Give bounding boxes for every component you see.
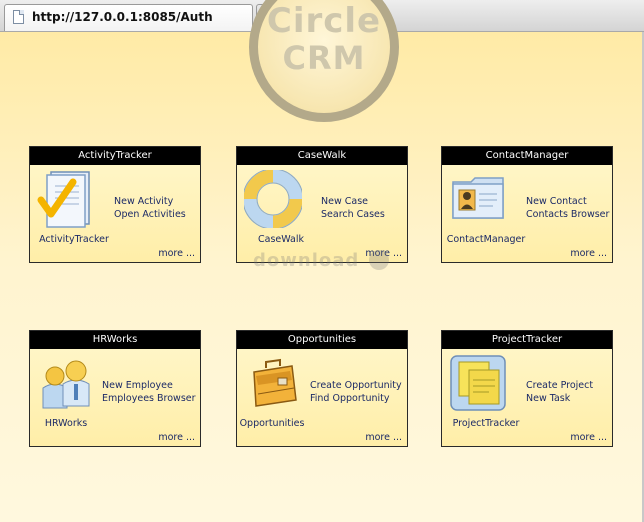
more-link[interactable]: more ... <box>570 432 607 443</box>
module-contactmanager: ContactManager New Contact Contacts Brow… <box>441 146 613 263</box>
module-title: HRWorks <box>30 331 200 349</box>
watermark-icon <box>369 250 389 270</box>
link-new-employee[interactable]: New Employee <box>102 379 196 392</box>
module-hrworks: HRWorks New Employee Employees Browser H… <box>29 330 201 447</box>
tab-title: http://127.0.0.1:8085/Auth <box>32 10 213 24</box>
module-title: ContactManager <box>442 147 612 165</box>
module-name[interactable]: ActivityTracker <box>30 234 118 245</box>
browser-tab[interactable]: http://127.0.0.1:8085/Auth <box>4 4 253 31</box>
link-new-case[interactable]: New Case <box>321 195 385 208</box>
link-new-activity[interactable]: New Activity <box>114 195 186 208</box>
more-link[interactable]: more ... <box>570 248 607 259</box>
module-title: Opportunities <box>237 331 407 349</box>
module-title: CaseWalk <box>237 147 407 165</box>
link-search-cases[interactable]: Search Cases <box>321 208 385 221</box>
link-new-contact[interactable]: New Contact <box>526 195 609 208</box>
module-opportunities: Opportunities Create Opportunity Find Op… <box>236 330 408 447</box>
link-create-project[interactable]: Create Project <box>526 379 593 392</box>
module-activitytracker: ActivityTracker New Activity Open Activi… <box>29 146 201 263</box>
more-link[interactable]: more ... <box>365 432 402 443</box>
link-employees-browser[interactable]: Employees Browser <box>102 392 196 405</box>
circle-crm-logo: Circle CRM <box>249 0 399 122</box>
link-new-task[interactable]: New Task <box>526 392 593 405</box>
people-icon[interactable] <box>37 354 95 412</box>
module-casewalk: CaseWalk New Case Search Cases CaseWalk … <box>236 146 408 263</box>
checklist-icon[interactable] <box>37 170 95 228</box>
briefcase-icon[interactable] <box>244 354 302 412</box>
contact-card-icon[interactable] <box>449 170 507 228</box>
module-name[interactable]: Opportunities <box>237 418 307 429</box>
module-title: ProjectTracker <box>442 331 612 349</box>
lifebuoy-icon[interactable] <box>244 170 302 228</box>
module-title: ActivityTracker <box>30 147 200 165</box>
link-contacts-browser[interactable]: Contacts Browser <box>526 208 609 221</box>
module-name[interactable]: CaseWalk <box>237 234 325 245</box>
module-projecttracker: ProjectTracker Create Project New Task P… <box>441 330 613 447</box>
more-link[interactable]: more ... <box>158 248 195 259</box>
module-name[interactable]: ContactManager <box>442 234 530 245</box>
watermark-text: download <box>253 250 360 271</box>
module-name[interactable]: HRWorks <box>30 418 102 429</box>
module-name[interactable]: ProjectTracker <box>442 418 530 429</box>
link-find-opportunity[interactable]: Find Opportunity <box>310 392 402 405</box>
sticky-notes-icon[interactable] <box>449 354 507 412</box>
page-icon <box>13 10 24 24</box>
link-create-opportunity[interactable]: Create Opportunity <box>310 379 402 392</box>
logo-line-1: Circle <box>266 1 382 41</box>
link-open-activities[interactable]: Open Activities <box>114 208 186 221</box>
logo-line-2: CRM <box>282 39 366 77</box>
more-link[interactable]: more ... <box>158 432 195 443</box>
